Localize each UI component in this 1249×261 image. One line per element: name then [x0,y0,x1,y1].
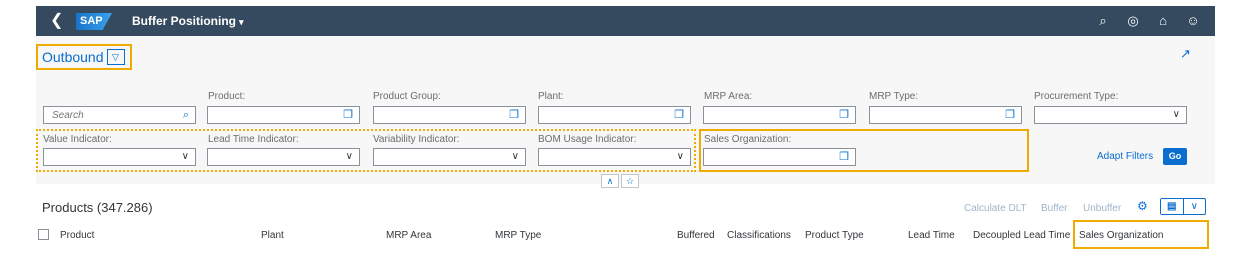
sales-organization-field[interactable]: ❐ [703,148,856,166]
mrp-type-field[interactable]: ❐ [869,106,1022,124]
mrp-type-label: MRP Type: [869,91,919,102]
variant-title: Outbound [42,49,104,65]
export-icon[interactable]: ▤ [1161,199,1184,214]
column-buffered[interactable]: Buffered [677,230,715,241]
value-help-icon[interactable]: ❐ [343,108,353,122]
value-indicator-label: Value Indicator: [43,134,112,145]
chevron-down-icon[interactable]: ∨ [1184,199,1206,214]
shell-actions: ⌕ ◎ ⌂ ☺ [1095,12,1201,30]
shell-bar: ❮ SAP Buffer Positioning ▾ ⌕ ◎ ⌂ ☺ [36,6,1215,36]
sales-organization-label: Sales Organization: [704,134,792,145]
value-indicator-select[interactable]: ∨ [43,148,196,166]
variant-selector[interactable]: Outbound ▽ [36,44,132,70]
select-all-checkbox[interactable] [38,229,49,240]
column-product[interactable]: Product [60,230,94,241]
procurement-type-label: Procurement Type: [1034,91,1119,102]
go-button[interactable]: Go [1163,148,1187,165]
product-group-label: Product Group: [373,91,441,102]
procurement-type-select[interactable]: ∨ [1034,106,1187,124]
mrp-area-field[interactable]: ❐ [703,106,856,124]
back-icon[interactable]: ❮ [50,12,66,30]
chevron-down-icon[interactable]: ∨ [182,150,189,164]
table-title: Products (347.286) [42,200,153,215]
value-help-icon[interactable]: ❐ [839,108,849,122]
notifications-icon[interactable]: ⌂ [1155,12,1171,30]
value-help-icon[interactable]: ❐ [509,108,519,122]
lead-time-indicator-select[interactable]: ∨ [207,148,360,166]
copilot-icon[interactable]: ◎ [1125,12,1141,30]
mrp-area-label: MRP Area: [704,91,753,102]
chevron-down-icon[interactable]: ∨ [346,150,353,164]
app-title-menu[interactable]: Buffer Positioning ▾ [132,14,244,28]
calculate-dlt-button[interactable]: Calculate DLT [964,203,1027,214]
collapse-header-icon[interactable]: ∧ [601,174,619,188]
lead-time-indicator-label: Lead Time Indicator: [208,134,299,145]
share-icon[interactable]: ↗ [1180,46,1196,62]
chevron-down-icon: ▾ [239,17,244,27]
highlight-sales-org-column [1073,220,1209,249]
column-classifications[interactable]: Classifications [727,230,791,241]
chevron-down-icon[interactable]: ∨ [1173,108,1180,122]
bom-usage-indicator-select[interactable]: ∨ [538,148,691,166]
value-help-icon[interactable]: ❐ [1005,108,1015,122]
app-title: Buffer Positioning [132,14,236,28]
product-label: Product: [208,91,246,102]
plant-field[interactable]: ❐ [538,106,691,124]
plant-label: Plant: [538,91,564,102]
column-lead-time[interactable]: Lead Time [908,230,955,241]
export-button-group: ▤ ∨ [1160,198,1206,215]
pin-icon[interactable]: ☆ [621,174,639,188]
product-group-field[interactable]: ❐ [373,106,526,124]
sap-logo[interactable]: SAP [76,13,112,30]
product-field[interactable]: ❐ [207,106,360,124]
chevron-down-icon[interactable]: ▽ [106,49,125,65]
settings-icon[interactable]: ⚙ [1137,199,1148,213]
bom-usage-indicator-label: BOM Usage Indicator: [538,134,637,145]
column-plant[interactable]: Plant [261,230,284,241]
search-placeholder: Search [52,110,84,121]
column-mrp-type[interactable]: MRP Type [495,230,541,241]
search-input[interactable]: Search ⌕ [43,106,196,124]
adapt-filters-button[interactable]: Adapt Filters [1097,151,1153,162]
column-decoupled-lead-time[interactable]: Decoupled Lead Time [973,230,1070,241]
header-toggle-group: ∧ ☆ [601,174,639,188]
unbuffer-button[interactable]: Unbuffer [1083,203,1121,214]
variability-indicator-select[interactable]: ∨ [373,148,526,166]
value-help-icon[interactable]: ❐ [674,108,684,122]
buffer-button[interactable]: Buffer [1041,203,1068,214]
chevron-down-icon[interactable]: ∨ [512,150,519,164]
column-product-type[interactable]: Product Type [805,230,864,241]
variability-indicator-label: Variability Indicator: [373,134,460,145]
column-mrp-area[interactable]: MRP Area [386,230,431,241]
chevron-down-icon[interactable]: ∨ [677,150,684,164]
value-help-icon[interactable]: ❐ [839,150,849,164]
search-icon[interactable]: ⌕ [183,108,189,122]
search-icon[interactable]: ⌕ [1095,12,1111,30]
user-icon[interactable]: ☺ [1185,12,1201,30]
